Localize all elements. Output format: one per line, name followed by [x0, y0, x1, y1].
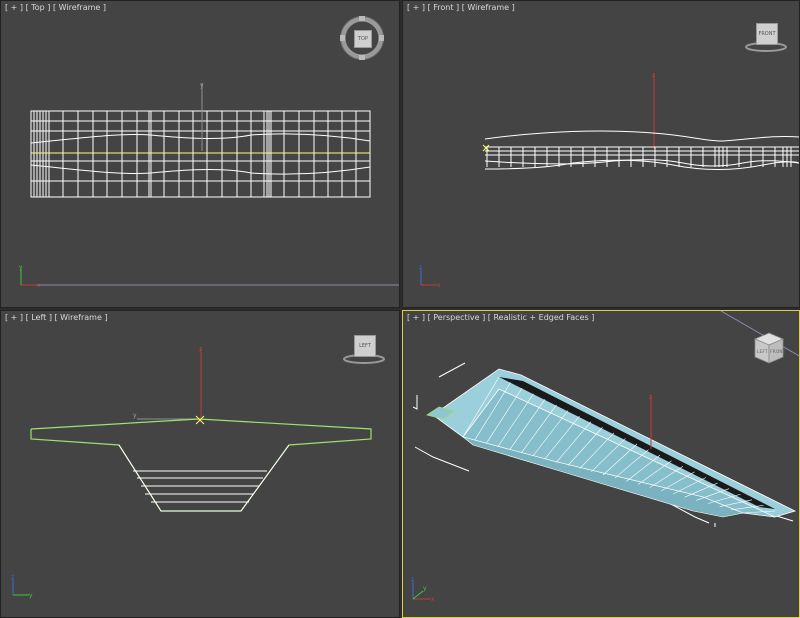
left-viewcube[interactable]: LEFT: [341, 333, 387, 369]
perspective-viewcube[interactable]: LEFT FRONT: [749, 329, 789, 373]
svg-text:y: y: [423, 585, 427, 592]
front-viewcube[interactable]: FRONT: [743, 23, 789, 57]
viewport-top-label: [ + ] [ Top ] [ Wireframe ]: [5, 3, 106, 12]
viewport-top-menu-button[interactable]: [ + ]: [5, 3, 23, 12]
viewport-top[interactable]: [ + ] [ Top ] [ Wireframe ] y TOP y x: [0, 0, 400, 308]
viewport-perspective-shading-button[interactable]: [ Realistic + Edged Faces ]: [488, 313, 595, 322]
svg-text:z: z: [411, 576, 414, 583]
viewport-grid: [ + ] [ Top ] [ Wireframe ] y TOP y x […: [0, 0, 800, 618]
front-scene: z: [482, 72, 799, 170]
viewport-perspective-menu-button[interactable]: [ + ]: [407, 313, 425, 322]
viewcube-face-left-label: LEFT: [757, 349, 768, 355]
viewport-perspective-label: [ + ] [ Perspective ] [ Realistic + Edge…: [407, 313, 594, 322]
viewport-left-shading-button[interactable]: [ Wireframe ]: [55, 313, 108, 322]
viewcube-3d-icon: LEFT FRONT: [753, 332, 786, 364]
viewport-front-menu-button[interactable]: [ + ]: [407, 3, 425, 12]
viewport-left-view-button[interactable]: [ Left ]: [26, 313, 52, 322]
viewport-left-label: [ + ] [ Left ] [ Wireframe ]: [5, 313, 108, 322]
perspective-gizmo-z-label: z: [649, 394, 652, 401]
svg-text:x: x: [431, 596, 435, 603]
left-axis-tripod-icon: z y: [11, 574, 33, 599]
top-gizmo-y-label: y: [200, 82, 204, 89]
viewport-left[interactable]: [ + ] [ Left ] [ Wireframe ] z y LEFT z …: [0, 310, 400, 618]
svg-text:x: x: [437, 282, 441, 289]
top-viewcube[interactable]: TOP: [339, 15, 385, 65]
viewport-perspective[interactable]: [ + ] [ Perspective ] [ Realistic + Edge…: [402, 310, 800, 618]
front-gizmo-z-label: z: [652, 72, 655, 79]
viewport-front[interactable]: [ + ] [ Front ] [ Wireframe ] z FRONT z …: [402, 0, 800, 308]
perspective-axis-tripod-icon: z x y: [411, 576, 435, 603]
viewport-left-menu-button[interactable]: [ + ]: [5, 313, 23, 322]
viewport-front-shading-button[interactable]: [ Wireframe ]: [462, 3, 515, 12]
perspective-scene: z: [412, 311, 799, 527]
viewport-front-label: [ + ] [ Front ] [ Wireframe ]: [407, 3, 515, 12]
top-axis-tripod-icon: y x: [19, 264, 41, 289]
viewcube-face-front-label: FRONT: [770, 349, 786, 355]
left-gizmo-y-label: y: [133, 412, 137, 419]
viewcube-face-left[interactable]: LEFT: [354, 335, 376, 357]
svg-text:z: z: [419, 264, 422, 271]
svg-text:y: y: [19, 264, 23, 271]
viewcube-face-front[interactable]: FRONT: [756, 23, 778, 45]
viewcube-face-top[interactable]: TOP: [354, 30, 372, 48]
svg-text:x: x: [37, 282, 41, 289]
front-wireframe-mesh: [484, 130, 799, 170]
viewport-top-view-button[interactable]: [ Top ]: [26, 3, 51, 12]
left-gizmo-z-label: z: [199, 346, 202, 353]
svg-text:z: z: [11, 574, 14, 581]
svg-text:y: y: [29, 592, 33, 599]
viewport-perspective-view-button[interactable]: [ Perspective ]: [428, 313, 486, 322]
viewport-top-shading-button[interactable]: [ Wireframe ]: [53, 3, 106, 12]
front-axis-tripod-icon: z x: [419, 264, 441, 289]
viewport-front-view-button[interactable]: [ Front ]: [428, 3, 460, 12]
left-cross-section: [30, 418, 372, 512]
top-wireframe-mesh: [30, 110, 371, 198]
perspective-girder-mesh: [426, 368, 797, 518]
